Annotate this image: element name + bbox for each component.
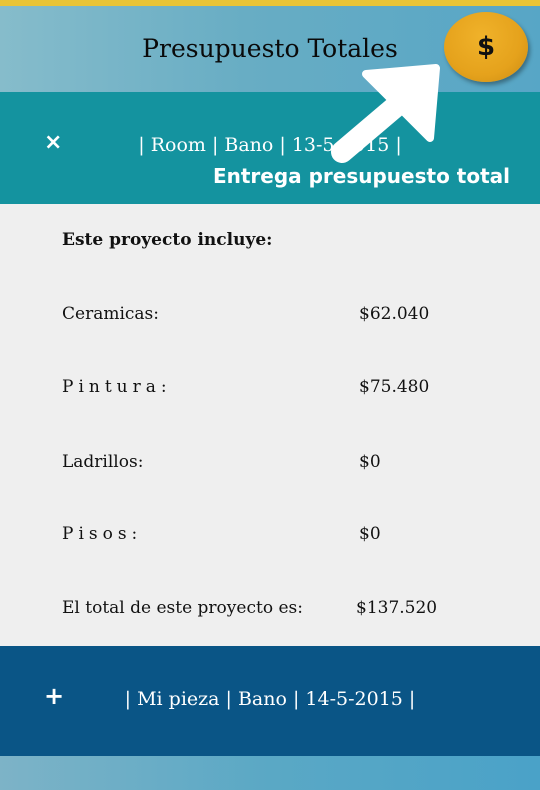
item-label-ladrillos: Ladrillos: bbox=[62, 452, 144, 472]
item-value-pintura: $75.480 bbox=[359, 377, 430, 397]
project-includes-label: Este proyecto incluye: bbox=[62, 230, 273, 250]
budget-coin-button[interactable]: $ bbox=[444, 12, 528, 82]
dollar-icon: $ bbox=[476, 32, 496, 62]
bottom-background-strip bbox=[0, 756, 540, 790]
budget-panel-mi-pieza-title: | Mi pieza | Bano | 14-5-2015 | bbox=[124, 688, 416, 710]
budget-panel-room-subtitle: Entrega presupuesto total bbox=[212, 164, 510, 188]
item-label-pisos: Pisos: bbox=[62, 524, 143, 544]
budget-panel-room-title: | Room | Bano | 13-5-2015 | bbox=[138, 134, 402, 156]
total-label: El total de este proyecto es: bbox=[62, 598, 303, 618]
item-label-pintura: Pintura: bbox=[62, 377, 172, 397]
item-value-ladrillos: $0 bbox=[359, 452, 381, 472]
item-label-ceramicas: Ceramicas: bbox=[62, 304, 159, 324]
budget-panel-room-content bbox=[0, 204, 540, 646]
item-value-ceramicas: $62.040 bbox=[359, 304, 430, 324]
total-value: $137.520 bbox=[356, 598, 438, 618]
item-value-pisos: $0 bbox=[359, 524, 381, 544]
